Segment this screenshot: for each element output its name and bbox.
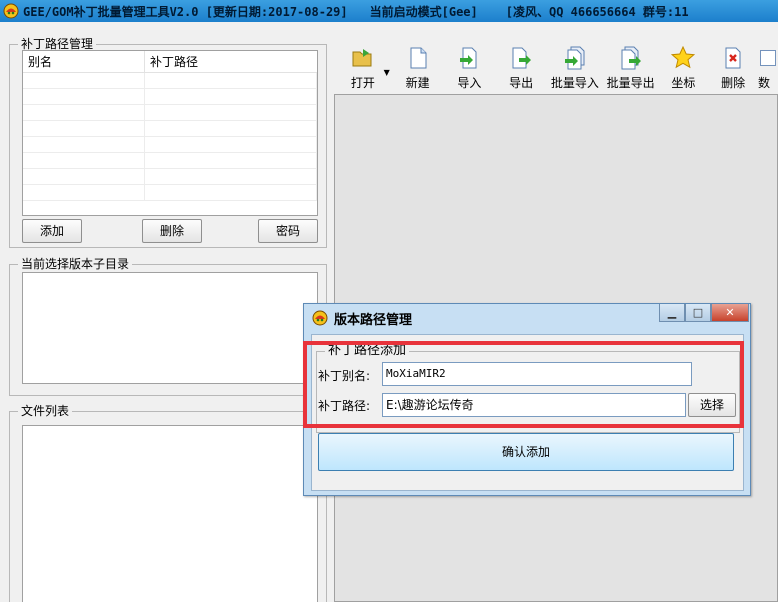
toolbar-coordinates-label: 坐标	[671, 76, 696, 90]
batch-export-icon	[621, 46, 641, 70]
toolbar-batch-import[interactable]: 批量导入	[547, 42, 603, 94]
file-list-group-label: 文件列表	[18, 404, 73, 418]
close-button[interactable]: ✕	[711, 304, 749, 322]
toolbar-open[interactable]: 打开 ▼	[334, 42, 392, 94]
toolbar-batch-export[interactable]: 批量导出	[603, 42, 659, 94]
window-author: [凌风、QQ 466656664 群号:11	[505, 4, 689, 19]
window-title: GEE/GOM补丁批量管理工具V2.0 [更新日期:2017-08-29]	[23, 4, 348, 19]
subdir-list[interactable]	[22, 272, 318, 384]
toolbar-export-label: 导出	[509, 76, 534, 90]
toolbar-delete[interactable]: 删除	[708, 42, 758, 94]
new-file-icon	[410, 47, 427, 69]
file-list[interactable]	[22, 425, 318, 602]
maximize-icon: □	[692, 306, 704, 319]
table-row	[23, 105, 317, 121]
toolbar-delete-label: 删除	[721, 76, 746, 90]
confirm-add-button[interactable]: 确认添加	[318, 433, 734, 471]
table-row	[23, 73, 317, 89]
toolbar-open-label: 打开	[350, 76, 375, 90]
open-dropdown-arrow-icon[interactable]: ▼	[384, 68, 390, 77]
import-icon	[460, 47, 477, 69]
toolbar-new[interactable]: 新建	[392, 42, 444, 94]
add-button[interactable]: 添加	[22, 219, 82, 243]
star-icon	[671, 46, 696, 69]
batch-import-icon	[564, 46, 585, 70]
patch-path-group-label: 补丁路径管理	[18, 37, 97, 51]
table-row	[23, 169, 317, 185]
patch-list-header: 别名 补丁路径	[23, 51, 317, 73]
toolbar-export[interactable]: 导出	[495, 42, 547, 94]
title-bar: GEE/GOM补丁批量管理工具V2.0 [更新日期:2017-08-29] 当前…	[0, 0, 778, 22]
toolbar-import[interactable]: 导入	[443, 42, 495, 94]
minimize-icon: ▁	[667, 306, 677, 319]
export-icon	[512, 47, 532, 69]
toolbar-new-label: 新建	[405, 76, 430, 90]
toolbar-data[interactable]: 数	[758, 42, 778, 94]
toolbar-data-label: 数	[757, 76, 770, 90]
table-row	[23, 89, 317, 105]
table-row	[23, 153, 317, 169]
app-icon	[3, 3, 19, 19]
toolbar-batch-export-label: 批量导出	[606, 76, 655, 90]
password-button[interactable]: 密码	[258, 219, 318, 243]
subdir-group-label: 当前选择版本子目录	[18, 257, 133, 271]
column-alias[interactable]: 别名	[23, 51, 145, 72]
patch-list[interactable]: 别名 补丁路径	[22, 50, 318, 216]
toolbar-coordinates[interactable]: 坐标	[658, 42, 708, 94]
toolbar: 打开 ▼ 新建 导入 导出 批量导入 批量导出 坐标 删除 数	[334, 42, 778, 94]
delete-button[interactable]: 删除	[142, 219, 202, 243]
table-row	[23, 137, 317, 153]
maximize-button[interactable]: □	[685, 304, 711, 322]
dialog-app-icon	[312, 310, 328, 326]
data-icon	[760, 50, 776, 66]
table-row	[23, 185, 317, 201]
delete-icon	[725, 47, 741, 69]
toolbar-import-label: 导入	[457, 76, 482, 90]
column-path[interactable]: 补丁路径	[145, 51, 317, 72]
table-row	[23, 121, 317, 137]
dialog-title: 版本路径管理	[334, 312, 413, 328]
close-icon: ✕	[725, 306, 735, 319]
minimize-button[interactable]: ▁	[659, 304, 685, 322]
highlight-box	[303, 341, 744, 428]
window-mode: 当前启动模式[Gee]	[369, 4, 478, 19]
toolbar-batch-import-label: 批量导入	[550, 76, 599, 90]
open-folder-icon	[352, 49, 372, 67]
